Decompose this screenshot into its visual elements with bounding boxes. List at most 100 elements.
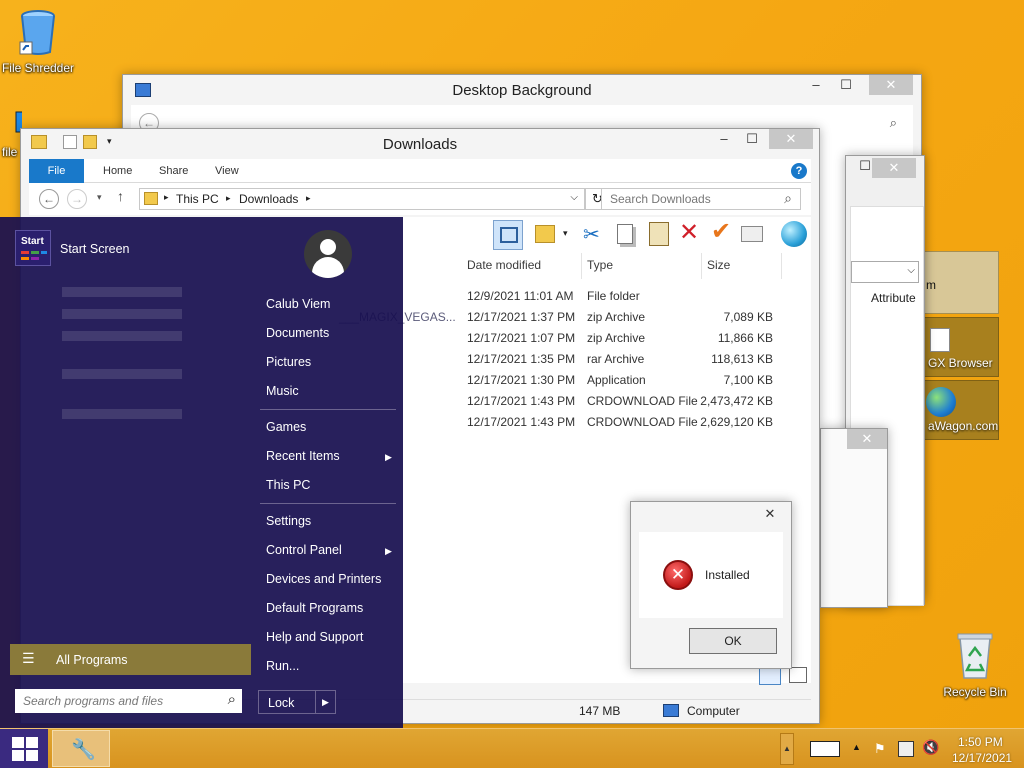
taskbar-date[interactable]: 12/17/2021: [952, 751, 1012, 765]
back-icon[interactable]: ←: [39, 189, 59, 209]
address-bar[interactable]: ▸ This PC ▸ Downloads ▸ ⌵: [139, 188, 585, 210]
start-item-settings[interactable]: Settings: [266, 514, 311, 528]
start-search-input[interactable]: Search programs and files: [23, 694, 163, 708]
cell-type: rar Archive: [587, 352, 645, 366]
tab-share[interactable]: Share: [149, 159, 198, 183]
taskbar: 🔧 ▲ ▲ ⚑ 🔇 1:50 PM 12/17/2021: [0, 728, 1024, 768]
all-programs-button[interactable]: ☰ All Programs: [10, 644, 251, 675]
start-item-documents[interactable]: Documents: [266, 326, 329, 340]
large-icons-view-icon[interactable]: [789, 667, 807, 683]
search-icon[interactable]: ⌕: [228, 691, 236, 708]
tab-file[interactable]: File: [29, 159, 84, 183]
desktop-icon-label: File Shredder: [1, 61, 75, 75]
start-item-run[interactable]: Run...: [266, 659, 299, 673]
column-divider: [701, 253, 702, 279]
window-titlebar[interactable]: ▾ Downloads – ☐ ✕: [21, 129, 819, 159]
start-button[interactable]: [0, 729, 48, 768]
start-user-name[interactable]: Calub Viem: [266, 297, 330, 311]
chevron-down-icon[interactable]: ▾: [563, 228, 568, 239]
column-type[interactable]: Type: [587, 258, 613, 272]
start-tile-icon[interactable]: Start: [15, 230, 51, 266]
recent-locations-icon[interactable]: ▾: [97, 192, 102, 203]
start-search-box[interactable]: Search programs and files ⌕: [15, 689, 242, 713]
tray-expand-icon[interactable]: ▲: [852, 742, 861, 752]
cell-type: Application: [587, 373, 646, 387]
start-screen-link[interactable]: Start Screen: [60, 242, 129, 256]
cell-date: 12/9/2021 11:01 AM: [467, 289, 574, 303]
lock-label: Lock: [268, 696, 295, 710]
preview-pane-icon[interactable]: [493, 220, 523, 250]
close-button[interactable]: ✕: [753, 504, 787, 524]
up-icon[interactable]: ↑: [117, 188, 124, 204]
network-globe-icon[interactable]: [781, 221, 807, 247]
cut-icon[interactable]: ✂: [583, 222, 600, 247]
maximize-button[interactable]: ☐: [831, 75, 861, 95]
close-button[interactable]: ✕: [769, 129, 813, 149]
show-hidden-icons-button[interactable]: ▲: [780, 733, 794, 765]
volume-muted-icon[interactable]: 🔇: [922, 739, 939, 756]
lock-button[interactable]: Lock ▶: [258, 690, 336, 714]
start-item-control-panel[interactable]: Control Panel: [266, 543, 342, 557]
start-item-default-programs[interactable]: Default Programs: [266, 601, 363, 615]
minimize-button[interactable]: –: [709, 129, 739, 149]
action-center-flag-icon[interactable]: ⚑: [874, 741, 890, 757]
check-icon[interactable]: ✔: [711, 217, 731, 246]
desktop-icon-label: file: [2, 145, 18, 159]
start-item-this-pc[interactable]: This PC: [266, 478, 310, 492]
start-item-music[interactable]: Music: [266, 384, 299, 398]
start-item-devices-printers[interactable]: Devices and Printers: [266, 572, 381, 586]
status-size: 147 MB: [579, 704, 621, 718]
close-button[interactable]: ✕: [869, 75, 913, 95]
column-date-modified[interactable]: Date modified: [467, 258, 541, 272]
status-location: Computer: [687, 704, 740, 718]
search-input[interactable]: Search Downloads: [610, 192, 711, 206]
desktop-icon-datawagon[interactable]: aWagon.com: [923, 380, 999, 440]
background-dialog[interactable]: ✕: [820, 428, 888, 608]
dropdown[interactable]: ⌵: [851, 261, 919, 283]
all-programs-label: All Programs: [56, 653, 128, 667]
keyboard-icon[interactable]: [810, 741, 840, 757]
minimize-button[interactable]: –: [801, 75, 831, 95]
folder-options-icon[interactable]: [535, 225, 555, 243]
desktop-icon-file-shredder[interactable]: File Shredder: [0, 8, 76, 75]
tab-home[interactable]: Home: [93, 159, 142, 183]
cell-size: 11,866 KB: [717, 331, 773, 345]
chevron-down-icon[interactable]: ⌵: [570, 192, 578, 203]
start-item-pictures[interactable]: Pictures: [266, 355, 311, 369]
column-size[interactable]: Size: [707, 258, 730, 272]
desktop-icon-recycle-bin[interactable]: Recycle Bin: [937, 632, 1013, 699]
ok-button[interactable]: OK: [689, 628, 777, 654]
desktop-tile-selected[interactable]: m: [923, 251, 999, 314]
desktop-icon-file[interactable]: file: [0, 110, 22, 159]
chevron-down-icon: ⌵: [907, 265, 915, 276]
search-icon[interactable]: ⌕: [890, 115, 897, 131]
desktop-icon-label: aWagon.com: [928, 419, 999, 433]
help-icon[interactable]: ?: [791, 163, 807, 179]
installed-dialog[interactable]: ✕ ✕ Installed OK: [630, 501, 792, 669]
start-item-recent-items[interactable]: Recent Items: [266, 449, 340, 463]
close-button[interactable]: ✕: [847, 429, 887, 449]
search-box[interactable]: Search Downloads ⌕: [601, 188, 801, 210]
taskbar-time[interactable]: 1:50 PM: [958, 735, 1003, 749]
desktop-icon-gx-browser[interactable]: GX Browser: [923, 317, 999, 377]
user-avatar[interactable]: [304, 230, 352, 278]
taskbar-app-tool[interactable]: 🔧: [52, 730, 110, 767]
attribute-column-header: Attribute: [871, 291, 916, 305]
start-item-help-support[interactable]: Help and Support: [266, 630, 363, 644]
forward-icon[interactable]: →: [67, 189, 87, 209]
chevron-right-icon[interactable]: ▶: [322, 697, 329, 708]
paste-icon[interactable]: [649, 222, 669, 246]
breadcrumb-downloads[interactable]: Downloads: [239, 192, 298, 206]
breadcrumb-this-pc[interactable]: This PC: [176, 192, 219, 206]
start-item-games[interactable]: Games: [266, 420, 306, 434]
window-titlebar[interactable]: Desktop Background – ☐ ✕: [123, 75, 921, 105]
copy-icon[interactable]: [617, 224, 633, 244]
delete-icon[interactable]: ✕: [679, 218, 699, 247]
network-icon[interactable]: [898, 741, 914, 757]
properties-icon[interactable]: [741, 226, 763, 242]
maximize-button[interactable]: ☐: [737, 129, 767, 149]
tab-view[interactable]: View: [205, 159, 249, 183]
tile-partial-label: m: [926, 278, 936, 292]
search-icon[interactable]: ⌕: [784, 190, 792, 207]
close-button[interactable]: ✕: [872, 158, 916, 178]
